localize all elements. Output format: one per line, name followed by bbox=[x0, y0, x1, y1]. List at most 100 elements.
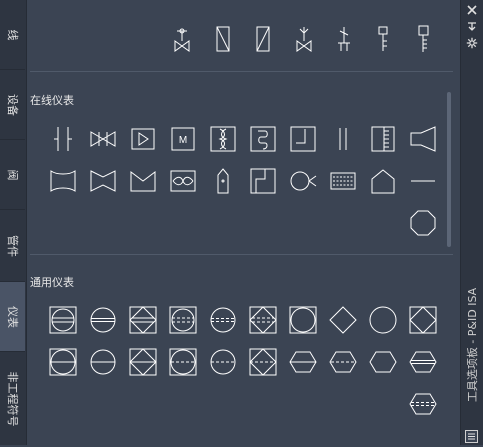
box-circle-icon[interactable] bbox=[287, 304, 319, 336]
triangle-box-icon[interactable] bbox=[127, 123, 159, 155]
key-valve-2-icon[interactable] bbox=[407, 23, 439, 55]
valve-actuator-icon-glyph bbox=[174, 28, 190, 52]
gear-icon[interactable] bbox=[466, 37, 478, 49]
section-divider bbox=[30, 254, 453, 255]
grid-box-icon-glyph bbox=[330, 172, 356, 190]
valve-actuator-icon[interactable] bbox=[166, 23, 198, 55]
circle-arrow-icon-glyph bbox=[290, 171, 317, 191]
house-icon-glyph bbox=[371, 169, 395, 194]
hexagon-double-dashed-icon[interactable] bbox=[407, 388, 439, 420]
tab-instrument[interactable]: 仪表 bbox=[0, 282, 25, 352]
graduated-box-icon[interactable] bbox=[367, 123, 399, 155]
box-diamond-dashed-icon[interactable] bbox=[247, 304, 279, 336]
twisted-box-icon[interactable] bbox=[167, 165, 199, 197]
title-strip: 工具选项板 - P&ID ISA bbox=[460, 0, 483, 445]
box-diamond-double-icon[interactable] bbox=[127, 304, 159, 336]
hexagon-icon-glyph bbox=[369, 351, 397, 373]
tab-valve-label: 阀 bbox=[5, 169, 19, 180]
diamond-icon-glyph bbox=[329, 306, 357, 334]
box-circle-dashed-icon[interactable] bbox=[167, 304, 199, 336]
tab-line[interactable]: 线 bbox=[0, 0, 25, 70]
octagon-icon[interactable] bbox=[407, 207, 439, 239]
bowtie-body-icon[interactable] bbox=[87, 165, 119, 197]
hexagon-double-dashed-icon-glyph bbox=[409, 393, 437, 415]
motor-box-icon[interactable]: M bbox=[167, 123, 199, 155]
step-frame-icon[interactable] bbox=[247, 165, 279, 197]
hexagon-dash-icon-glyph bbox=[329, 351, 357, 373]
tab-fitting-label: 管件 bbox=[5, 234, 19, 257]
venturi-box-icon[interactable] bbox=[207, 123, 239, 155]
tab-valve[interactable]: 阀 bbox=[0, 140, 25, 210]
relief-valve-box-2-icon-glyph bbox=[256, 26, 270, 52]
circle-arrow-icon[interactable] bbox=[287, 165, 319, 197]
section-title-inline: 在线仪表 bbox=[30, 94, 74, 107]
palette-title: 工具选项板 - P&ID ISA bbox=[466, 287, 479, 403]
circle-double-icon-glyph bbox=[90, 307, 116, 333]
reducer-body-icon[interactable] bbox=[47, 165, 79, 197]
box-diamond-double-icon-glyph bbox=[129, 306, 157, 334]
box-circle-line-icon[interactable] bbox=[47, 346, 79, 378]
parallel-lines-icon[interactable] bbox=[327, 123, 359, 155]
circle-line-icon-glyph bbox=[90, 349, 116, 375]
tab-equipment-label: 设备 bbox=[5, 93, 19, 116]
orifice-flowmeter-icon[interactable] bbox=[87, 123, 119, 155]
curve-box-icon-glyph bbox=[250, 126, 276, 152]
tab-nonengineering[interactable]: 非工程符号 bbox=[0, 352, 25, 445]
curve-box-icon[interactable] bbox=[247, 123, 279, 155]
palette-properties-icon[interactable] bbox=[465, 428, 478, 443]
twisted-box-icon-glyph bbox=[170, 170, 196, 192]
section-divider bbox=[30, 71, 453, 72]
envelope-body-icon-glyph bbox=[130, 171, 156, 192]
short-line-icon[interactable] bbox=[407, 165, 439, 197]
tab-equipment[interactable]: 设备 bbox=[0, 70, 25, 140]
relief-valve-box-icon[interactable] bbox=[207, 23, 239, 55]
key-valve-2-icon-glyph bbox=[418, 25, 429, 52]
key-valve-icon[interactable] bbox=[367, 23, 399, 55]
close-icon[interactable] bbox=[466, 4, 478, 16]
box-circle-icon-glyph bbox=[289, 306, 317, 334]
circle-double-icon[interactable] bbox=[87, 304, 119, 336]
control-valve-icon[interactable] bbox=[288, 23, 320, 55]
box-diamond-icon[interactable] bbox=[407, 304, 439, 336]
autohide-icon[interactable] bbox=[466, 20, 478, 32]
circle-line-icon[interactable] bbox=[87, 346, 119, 378]
safety-valve-icon[interactable] bbox=[328, 23, 360, 55]
hexagon-line-icon[interactable] bbox=[287, 346, 319, 378]
scrollbar[interactable] bbox=[447, 92, 451, 247]
triangle-box-icon-glyph bbox=[131, 128, 155, 150]
circle-dash-icon[interactable] bbox=[207, 346, 239, 378]
tab-line-label: 线 bbox=[5, 29, 19, 40]
relief-valve-box-2-icon[interactable] bbox=[247, 23, 279, 55]
pentagon-tall-icon[interactable] bbox=[207, 165, 239, 197]
short-line-icon-glyph bbox=[411, 180, 435, 182]
venturi-box-icon-glyph bbox=[210, 126, 236, 152]
house-icon[interactable] bbox=[367, 165, 399, 197]
double-line-icon[interactable] bbox=[47, 123, 79, 155]
hexagon-dash-icon[interactable] bbox=[327, 346, 359, 378]
circle-icon[interactable] bbox=[367, 304, 399, 336]
step-box-icon[interactable] bbox=[287, 123, 319, 155]
motor-box-icon-glyph: M bbox=[171, 127, 195, 151]
circle-dashed-icon[interactable] bbox=[207, 304, 239, 336]
box-circle-double-icon[interactable] bbox=[47, 304, 79, 336]
box-diamond-line-icon[interactable] bbox=[127, 346, 159, 378]
hexagon-double-icon[interactable] bbox=[407, 346, 439, 378]
section-title-general: 通用仪表 bbox=[30, 276, 74, 289]
box-circle-dashed-icon-glyph bbox=[169, 306, 197, 334]
box-circle-dash-icon-glyph bbox=[169, 348, 197, 376]
relief-valve-box-icon-glyph bbox=[216, 26, 230, 52]
double-line-icon-glyph bbox=[54, 127, 72, 151]
tab-fitting[interactable]: 管件 bbox=[0, 210, 25, 282]
step-box-icon-glyph bbox=[290, 126, 316, 152]
control-valve-icon-glyph bbox=[296, 27, 312, 52]
diamond-icon[interactable] bbox=[327, 304, 359, 336]
envelope-body-icon[interactable] bbox=[127, 165, 159, 197]
box-diamond-dash-icon[interactable] bbox=[247, 346, 279, 378]
grid-box-icon[interactable] bbox=[327, 165, 359, 197]
hexagon-icon[interactable] bbox=[367, 346, 399, 378]
nozzle-icon[interactable] bbox=[407, 123, 439, 155]
box-circle-dash-icon[interactable] bbox=[167, 346, 199, 378]
box-diamond-line-icon-glyph bbox=[129, 348, 157, 376]
graduated-box-icon-glyph bbox=[371, 126, 395, 152]
parallel-lines-icon-glyph bbox=[339, 128, 347, 150]
